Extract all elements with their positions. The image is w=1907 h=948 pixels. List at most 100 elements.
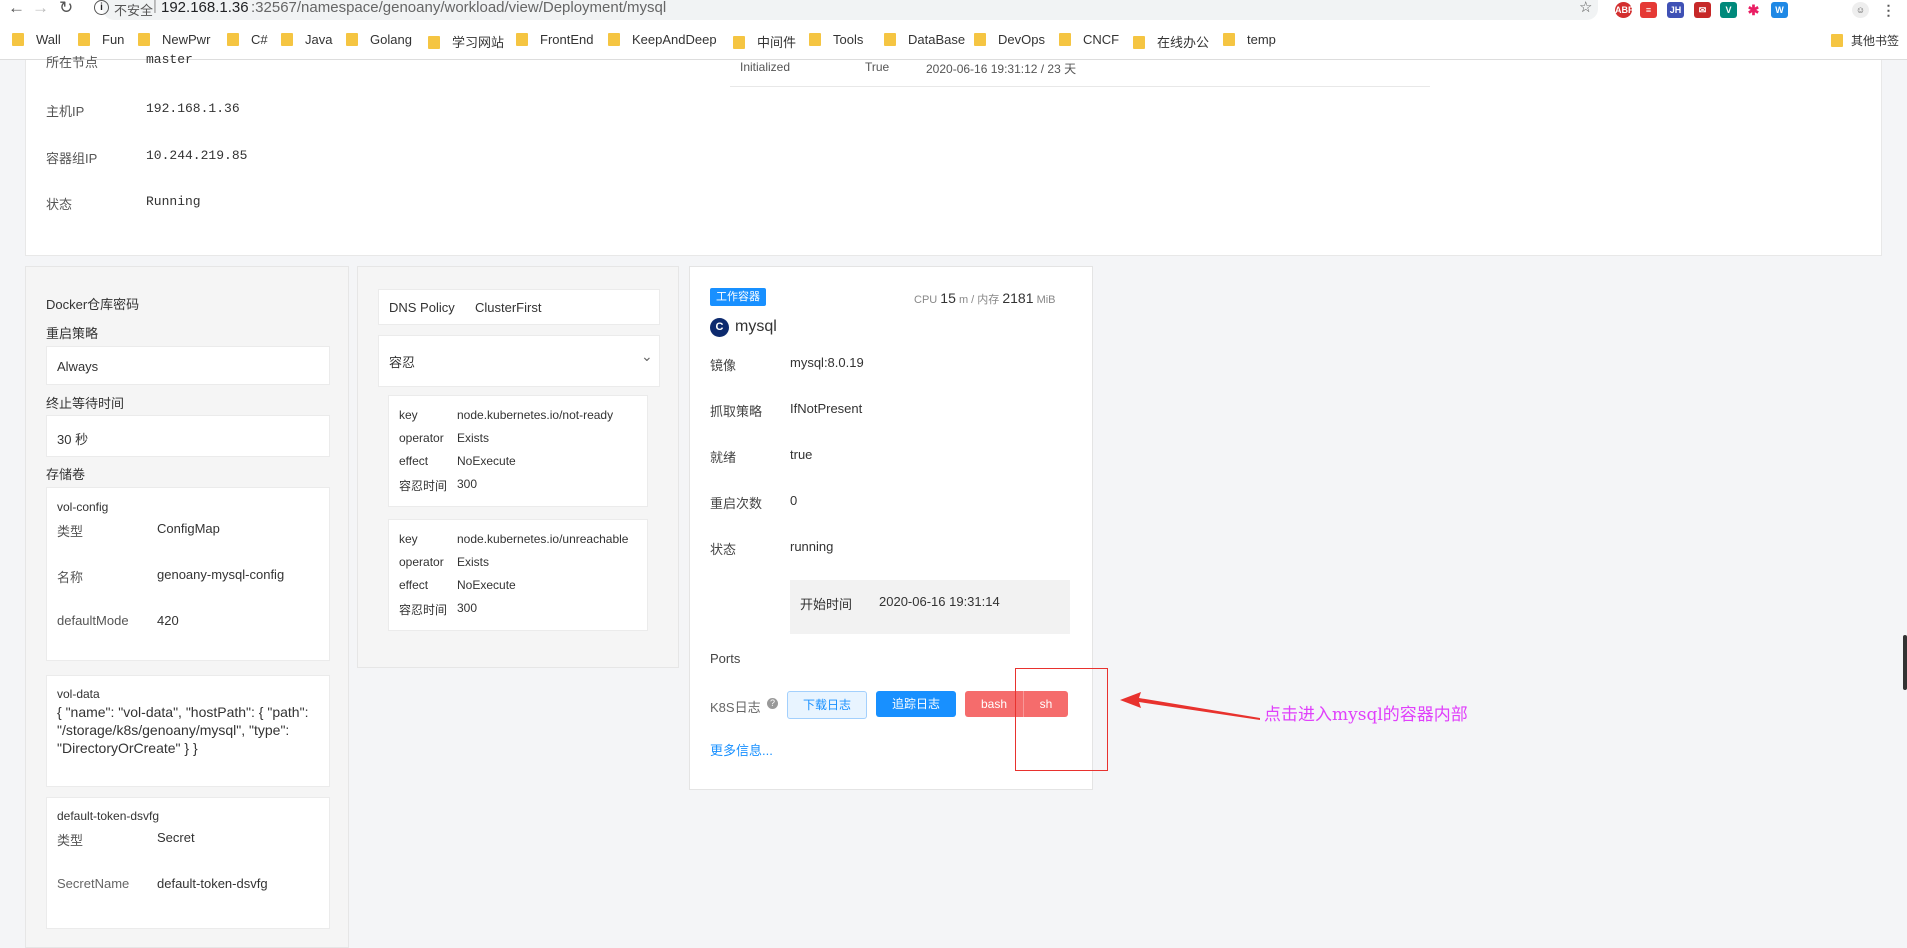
more-info-link[interactable]: 更多信息... — [710, 740, 773, 759]
host-ip-value: 192.168.1.36 — [146, 101, 240, 116]
cpu-value: 15 — [940, 290, 956, 306]
bookmark-middleware[interactable]: 中间件 — [733, 32, 796, 51]
bookmark-study[interactable]: 学习网站 — [428, 32, 504, 51]
browser-toolbar: ← → ↻ i 不安全 | 192.168.1.36 :32567/namesp… — [0, 0, 1907, 22]
adblock-icon[interactable]: ABP — [1615, 2, 1634, 18]
volume-data-name: vol-data — [57, 687, 100, 701]
annotation-arrow — [1120, 692, 1260, 720]
menu-icon[interactable]: ⋮ — [1880, 2, 1897, 18]
translate-icon[interactable]: W — [1771, 2, 1788, 18]
tolerations-collapse[interactable]: 容忍 ⌄ — [378, 335, 660, 387]
annotation-text: 点击进入mysql的容器内部 — [1264, 705, 1468, 725]
pod-ip-value: 10.244.219.85 — [146, 148, 248, 163]
bookmark-wall[interactable]: Wall — [12, 32, 61, 47]
ready-value: true — [790, 447, 813, 462]
bookmark-csharp[interactable]: C# — [227, 32, 268, 47]
bookmark-office[interactable]: 在线办公 — [1133, 32, 1209, 51]
volumes-label: 存储卷 — [46, 467, 86, 482]
host-ip-label: 主机IP — [46, 104, 85, 119]
bookmarks-bar: Wall Fun NewPwr C# Java Golang 学习网站 Fron… — [0, 22, 1907, 60]
volume-config-name: vol-config — [57, 500, 109, 514]
bookmark-temp[interactable]: temp — [1223, 32, 1276, 47]
folder-icon — [809, 33, 821, 46]
ports-label: Ports — [710, 651, 741, 666]
arrow-shape — [1120, 692, 1260, 720]
address-bar[interactable]: i 不安全 | 192.168.1.36 :32567/namespace/ge… — [94, 0, 1598, 20]
bookmark-tools[interactable]: Tools — [809, 32, 863, 47]
url-host: 192.168.1.36 — [161, 0, 249, 16]
folder-icon — [1133, 36, 1145, 49]
bookmark-frontend[interactable]: FrontEnd — [516, 32, 593, 47]
vue-icon[interactable]: V — [1720, 2, 1737, 18]
profile-icon[interactable]: ☺ — [1852, 2, 1869, 18]
back-icon[interactable]: ← — [8, 0, 25, 18]
node-label: 所在节点 — [46, 55, 99, 70]
resource-usage: CPU 15 m / 内存 2181 MiB — [914, 290, 1056, 307]
folder-icon — [12, 33, 24, 46]
highlight-rectangle — [1015, 668, 1108, 771]
bookmark-java[interactable]: Java — [281, 32, 332, 47]
folder-icon — [974, 33, 986, 46]
toleration-effect-value: NoExecute — [457, 454, 516, 468]
bookmark-golang[interactable]: Golang — [346, 32, 412, 47]
toleration-key-label: key — [399, 532, 418, 546]
reload-icon[interactable]: ↻ — [59, 0, 73, 18]
toleration-seconds-label: 容忍时间 — [399, 479, 448, 493]
termination-box: 30 秒 — [46, 415, 330, 457]
folder-icon — [428, 36, 440, 49]
condition-type: Initialized — [740, 60, 791, 74]
volume-config-card: vol-config 类型 ConfigMap 名称 genoany-mysql… — [46, 487, 330, 661]
help-icon[interactable]: ? — [767, 698, 778, 709]
toleration-operator-label: operator — [399, 431, 444, 445]
volume-token-secret-value: default-token-dsvfg — [157, 876, 268, 891]
bookmark-other[interactable]: 其他书签 — [1831, 32, 1899, 49]
ready-label: 就绪 — [710, 450, 737, 465]
insecure-label: 不安全 — [114, 3, 154, 18]
container-icon: C — [710, 318, 729, 337]
bookmark-devops[interactable]: DevOps — [974, 32, 1045, 47]
volume-token-name: default-token-dsvfg — [57, 809, 160, 823]
info-icon[interactable]: i — [94, 0, 109, 15]
bookmark-newpwr[interactable]: NewPwr — [138, 32, 210, 47]
folder-icon — [608, 33, 620, 46]
pull-policy-label: 抓取策略 — [710, 404, 763, 419]
toleration-effect-label: effect — [399, 578, 429, 592]
bookmark-keepanddeep[interactable]: KeepAndDeep — [608, 32, 717, 47]
dns-policy-box: DNS Policy ClusterFirst — [378, 289, 660, 325]
pull-policy-value: IfNotPresent — [790, 401, 863, 416]
toleration-key-label: key — [399, 408, 418, 422]
volume-config-name-label: 名称 — [57, 570, 84, 585]
folder-icon — [346, 33, 358, 46]
star-icon[interactable]: ☆ — [1579, 0, 1592, 16]
restart-policy-value: Always — [57, 359, 99, 374]
docker-secret-label: Docker仓库密码 — [46, 297, 140, 312]
restart-policy-label: 重启策略 — [46, 326, 99, 341]
url-path: :32567/namespace/genoany/workload/view/D… — [251, 0, 667, 16]
toleration-card: key node.kubernetes.io/not-ready operato… — [388, 395, 648, 507]
bookmark-cncf[interactable]: CNCF — [1059, 32, 1119, 47]
memory-unit: MiB — [1036, 294, 1056, 306]
jh-icon[interactable]: JH — [1667, 2, 1684, 18]
start-time-label: 开始时间 — [800, 597, 853, 612]
cpu-label: CPU — [914, 294, 938, 306]
toleration-seconds-label: 容忍时间 — [399, 603, 448, 617]
chevron-down-icon[interactable]: ⌄ — [641, 348, 653, 365]
folder-icon — [138, 33, 150, 46]
toleration-key-value: node.kubernetes.io/not-ready — [457, 408, 614, 422]
notes-icon[interactable]: ≡ — [1640, 2, 1657, 18]
mail-icon[interactable]: ✉ — [1694, 2, 1711, 18]
volume-config-name-value: genoany-mysql-config — [157, 567, 285, 582]
follow-logs-button[interactable]: 追踪日志 — [876, 691, 956, 717]
scrollbar-thumb[interactable] — [1903, 635, 1907, 690]
folder-icon — [516, 33, 528, 46]
folder-icon — [281, 33, 293, 46]
dns-policy-value: ClusterFirst — [475, 300, 542, 315]
toleration-seconds-value: 300 — [457, 477, 478, 491]
start-time-value: 2020-06-16 19:31:14 — [879, 594, 1000, 609]
bookmark-database[interactable]: DataBase — [884, 32, 965, 47]
puzzle-icon[interactable]: ✱ — [1745, 2, 1762, 18]
bookmark-fun[interactable]: Fun — [78, 32, 124, 47]
forward-icon[interactable]: → — [32, 0, 49, 18]
pod-info-panel: 所在节点 master 主机IP 192.168.1.36 容器组IP 10.2… — [25, 52, 1882, 256]
download-logs-button[interactable]: 下载日志 — [787, 691, 867, 719]
